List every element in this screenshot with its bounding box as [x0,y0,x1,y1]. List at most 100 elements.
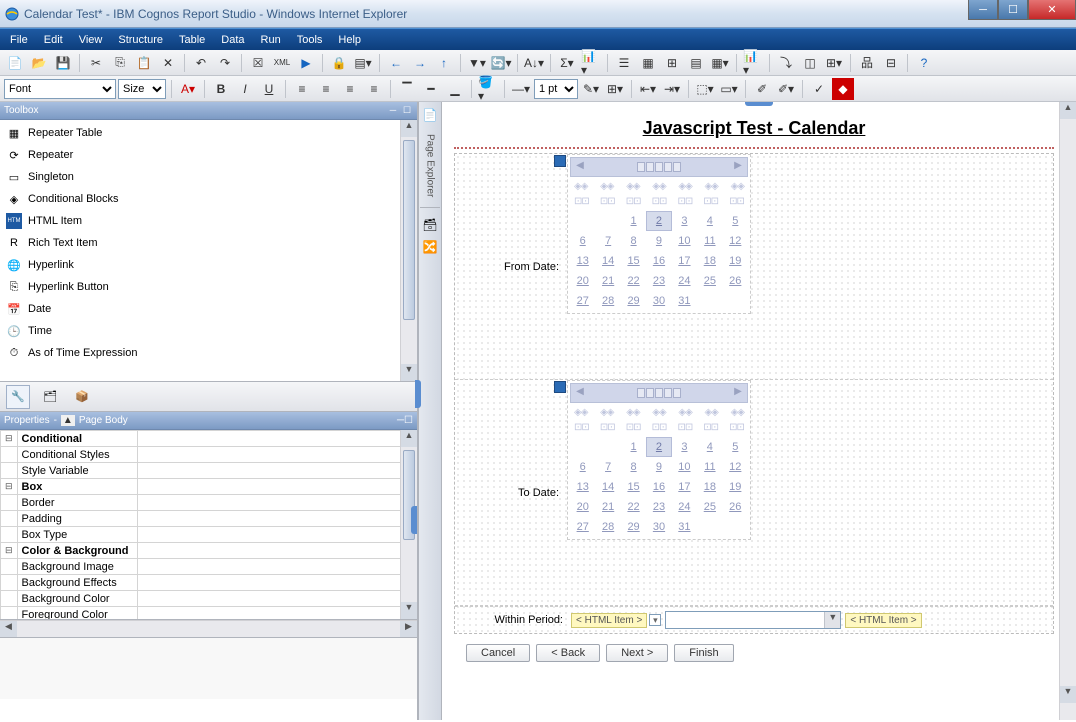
toolbox-item[interactable]: ◈Conditional Blocks [0,188,417,210]
menu-help[interactable]: Help [330,32,369,48]
calendar-day[interactable]: 12 [723,457,748,477]
calendar-day[interactable]: 6 [570,231,595,251]
sort-button[interactable]: A↓▾ [523,52,545,74]
property-value[interactable] [137,511,416,527]
expand-icon[interactable]: ⊟ [1,431,18,447]
menu-run[interactable]: Run [253,32,289,48]
condition-icon[interactable]: 🔀 [421,240,439,258]
calendar-day[interactable]: 1 [621,437,646,457]
valign-top-button[interactable]: ▔ [396,78,418,100]
property-value[interactable] [137,543,416,559]
calendar-day[interactable]: 29 [621,517,646,537]
expand-icon[interactable]: ⊟ [1,543,18,559]
apply-button[interactable]: ✐▾ [775,78,797,100]
toolbox-restore-icon[interactable]: ☐ [401,105,413,117]
calendar-day[interactable]: 11 [697,457,722,477]
layers-button[interactable]: ▤▾ [352,52,374,74]
scroll-up-arrow-icon[interactable]: ▲ [401,120,417,137]
page-title[interactable]: Javascript Test - Calendar [454,108,1054,147]
scroll-down-arrow-icon[interactable]: ▼ [401,364,417,381]
toolbox-scrollbar[interactable]: ▲ ▼ [400,120,417,381]
window-maximize-button[interactable]: ☐ [998,0,1028,20]
chart-button[interactable]: 📊▾ [742,52,764,74]
prompt-page-body[interactable]: From Date: ◀▶◈◈◈◈◈◈◈◈◈◈◈◈◈◈⊡⊡⊡⊡⊡⊡⊡⊡⊡⊡⊡⊡⊡… [454,153,1054,634]
cal-prev-icon[interactable]: ◀ [573,160,587,174]
cal-next-icon[interactable]: ▶ [731,386,745,400]
valign-middle-button[interactable]: ━ [420,78,442,100]
calendar-day[interactable]: 2 [646,437,671,457]
within-period-dropdown[interactable]: ▼ [665,611,841,629]
calendar-day[interactable]: 7 [595,231,620,251]
property-label[interactable]: Border [17,495,137,511]
property-label[interactable]: Conditional Styles [17,447,137,463]
calendar-day[interactable]: 17 [672,477,697,497]
calendar-day[interactable]: 13 [570,477,595,497]
calendar-day[interactable]: 27 [570,517,595,537]
calendar-day[interactable]: 8 [621,457,646,477]
calendar-day[interactable]: 9 [646,457,671,477]
scroll-right-arrow-icon[interactable]: ▶ [400,621,417,638]
calendar-day[interactable]: 23 [646,271,671,291]
validate-button[interactable]: ☒ [247,52,269,74]
dropdown-arrow-icon[interactable]: ▼ [824,612,840,628]
calendar-day[interactable]: 5 [723,437,748,457]
calendar-day[interactable]: 8 [621,231,646,251]
calendar-day[interactable]: 20 [570,497,595,517]
redo-button[interactable]: ↷ [214,52,236,74]
calendar-day[interactable]: 27 [570,291,595,311]
next-button[interactable]: Next > [606,644,668,662]
toolbox-item[interactable]: 🌐Hyperlink [0,254,417,276]
property-value[interactable] [137,495,416,511]
bold-button[interactable]: B [210,78,232,100]
tab-source[interactable]: 📦 [70,385,94,409]
xml-button[interactable]: XML [271,52,293,74]
calendar-day[interactable]: 16 [646,251,671,271]
property-label[interactable]: Foreground Color [17,607,137,621]
calendar-day[interactable]: 9 [646,231,671,251]
from-date-calendar[interactable]: ◀▶◈◈◈◈◈◈◈◈◈◈◈◈◈◈⊡⊡⊡⊡⊡⊡⊡⊡⊡⊡⊡⊡⊡⊡1234567891… [570,157,748,311]
toolbox-item[interactable]: 🕒Time [0,320,417,342]
property-value[interactable] [137,591,416,607]
calendar-day[interactable]: 21 [595,271,620,291]
calendar-day[interactable]: 15 [621,251,646,271]
scroll-thumb[interactable] [403,140,415,320]
property-label[interactable]: Background Effects [17,575,137,591]
forward-arrow-button[interactable]: → [409,52,431,74]
html-item-chip[interactable]: < HTML Item > [845,613,921,628]
scroll-left-arrow-icon[interactable]: ◀ [0,621,17,638]
delete-button[interactable]: ✕ [157,52,179,74]
tab-insertable[interactable]: 🔧 [6,385,30,409]
calendar-day[interactable]: 2 [646,211,671,231]
paste-button[interactable]: 📋 [133,52,155,74]
property-value[interactable] [137,575,416,591]
calendar-day[interactable]: 19 [723,251,748,271]
table-button[interactable]: ⊞▾ [823,52,845,74]
lock-button[interactable]: 🔒 [328,52,350,74]
calendar-day[interactable]: 10 [672,457,697,477]
calendar-day[interactable]: 3 [672,437,697,457]
scroll-up-arrow-icon[interactable]: ▲ [401,430,417,447]
toolbox-minimize-icon[interactable]: ─ [387,105,399,117]
line-weight-select[interactable]: 1 pt [534,79,578,99]
fill-color-button[interactable]: 🪣▾ [477,78,499,100]
options-button[interactable]: ◆ [832,78,854,100]
cancel-button[interactable]: Cancel [466,644,530,662]
cut-button[interactable]: ✂ [85,52,107,74]
calendar-day[interactable]: 3 [672,211,697,231]
line-style-button[interactable]: —▾ [510,78,532,100]
calendar-day[interactable]: 25 [697,271,722,291]
property-label[interactable]: Background Image [17,559,137,575]
property-group[interactable]: Box [17,479,137,495]
group-button[interactable]: ▦ [637,52,659,74]
property-value[interactable] [137,431,416,447]
sum-button[interactable]: Σ▾ [556,52,578,74]
calendar-day[interactable]: 31 [672,291,697,311]
size-select[interactable]: Size [118,79,166,99]
properties-hscrollbar[interactable]: ◀ ▶ [0,620,417,637]
property-label[interactable]: Background Color [17,591,137,607]
help-button[interactable]: ? [913,52,935,74]
window-close-button[interactable]: ✕ [1028,0,1076,20]
menu-tools[interactable]: Tools [289,32,331,48]
align-center-button[interactable]: ≡ [315,78,337,100]
page-explorer-sidebar[interactable]: 📄 Page Explorer 🗃 🔀 [418,102,442,720]
